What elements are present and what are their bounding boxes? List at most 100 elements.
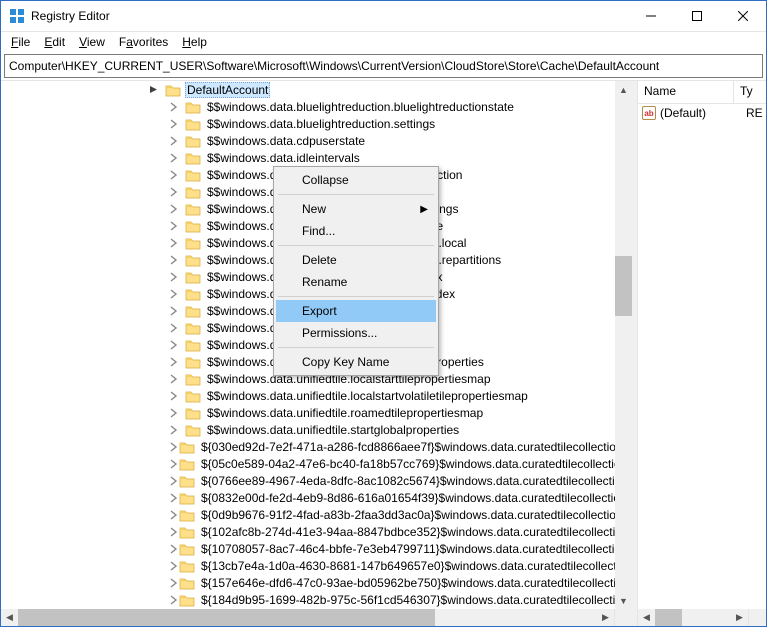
folder-icon	[179, 593, 195, 607]
expander-icon[interactable]	[169, 340, 185, 350]
expander-icon[interactable]	[169, 272, 185, 282]
menubar: File Edit View Favorites Help	[1, 32, 766, 52]
menu-edit[interactable]: Edit	[38, 33, 71, 51]
expander-icon[interactable]	[169, 204, 185, 214]
context-delete[interactable]: Delete	[276, 249, 436, 271]
expander-icon[interactable]	[169, 136, 185, 146]
context-new[interactable]: New▶	[276, 198, 436, 220]
tree-item-label: ${0766ee89-4967-4eda-8dfc-8ac1082c5674}$…	[199, 474, 615, 488]
folder-icon	[185, 423, 201, 437]
menu-help[interactable]: Help	[176, 33, 213, 51]
folder-icon	[185, 117, 201, 131]
expander-icon[interactable]	[169, 544, 179, 554]
context-export[interactable]: Export	[276, 300, 436, 322]
menu-favorites[interactable]: Favorites	[113, 33, 174, 51]
expander-icon[interactable]	[169, 408, 185, 418]
tree-item[interactable]: $$windows.data.unifiedtile.localstartvol…	[169, 387, 615, 404]
tree-item[interactable]: $$windows.data.idleintervals	[169, 149, 615, 166]
expander-icon[interactable]	[169, 170, 185, 180]
minimize-button[interactable]	[628, 1, 674, 31]
expander-icon[interactable]	[169, 187, 185, 197]
column-name[interactable]: Name	[638, 81, 734, 103]
expander-icon[interactable]	[169, 119, 185, 129]
expander-icon[interactable]	[169, 510, 179, 520]
tree-item[interactable]: $$windows.data.cdpuserstate	[169, 132, 615, 149]
expander-icon[interactable]	[169, 442, 179, 452]
tree-item[interactable]: ${102afc8b-274d-41e3-94aa-8847bdbce352}$…	[169, 523, 615, 540]
expander-icon[interactable]	[169, 425, 185, 435]
tree-item[interactable]: ${10708057-8ac7-46c4-bbfe-7e3eb4799711}$…	[169, 540, 615, 557]
values-horizontal-scrollbar[interactable]: ◀ ▶	[638, 609, 748, 626]
tree-item[interactable]: ${0766ee89-4967-4eda-8dfc-8ac1082c5674}$…	[169, 472, 615, 489]
expander-icon[interactable]	[169, 595, 179, 605]
tree-horizontal-scrollbar[interactable]: ◀ ▶	[1, 609, 614, 626]
submenu-arrow-icon: ▶	[420, 204, 428, 215]
expander-open-icon[interactable]	[149, 85, 165, 95]
tree-item-label: $$windows.data.unifiedtile.startglobalpr…	[205, 423, 461, 437]
context-find[interactable]: Find...	[276, 220, 436, 242]
tree-item[interactable]: ${030ed92d-7e2f-471a-a286-fcd8866aee7f}$…	[169, 438, 615, 455]
expander-icon[interactable]	[169, 221, 185, 231]
expander-icon[interactable]	[169, 476, 179, 486]
value-row[interactable]: ab(Default)RE	[638, 104, 766, 122]
expander-icon[interactable]	[169, 391, 185, 401]
registry-editor-window: Registry Editor File Edit View Favorites…	[0, 0, 767, 627]
tree-vertical-scrollbar[interactable]: ▲ ▼	[615, 81, 632, 609]
scroll-left-button[interactable]: ◀	[1, 609, 18, 626]
expander-icon[interactable]	[169, 323, 185, 333]
context-collapse[interactable]: Collapse	[276, 169, 436, 191]
tree-pane[interactable]: DefaultAccount $$windows.data.bluelightr…	[1, 81, 615, 609]
tree-item[interactable]: $$windows.data.unifiedtile.startglobalpr…	[169, 421, 615, 438]
scroll-track[interactable]	[655, 609, 731, 626]
folder-icon	[185, 253, 201, 267]
folder-icon	[179, 508, 195, 522]
expander-icon[interactable]	[169, 238, 185, 248]
context-permissions[interactable]: Permissions...	[276, 322, 436, 344]
maximize-button[interactable]	[674, 1, 720, 31]
expander-icon[interactable]	[169, 527, 179, 537]
expander-icon[interactable]	[169, 357, 185, 367]
expander-icon[interactable]	[169, 255, 185, 265]
tree-item[interactable]: ${184d9b95-1699-482b-975c-56f1cd546307}$…	[169, 591, 615, 608]
context-rename[interactable]: Rename	[276, 271, 436, 293]
scroll-right-button[interactable]: ▶	[597, 609, 614, 626]
expander-icon[interactable]	[169, 102, 185, 112]
scroll-thumb[interactable]	[615, 256, 632, 316]
tree-item[interactable]: ${157e646e-dfd6-47c0-93ae-bd05962be750}$…	[169, 574, 615, 591]
expander-icon[interactable]	[169, 459, 179, 469]
expander-icon[interactable]	[169, 561, 179, 571]
scroll-down-button[interactable]: ▼	[615, 592, 632, 609]
folder-icon	[185, 406, 201, 420]
tree-item[interactable]: $$windows.data.bluelightreduction.blueli…	[169, 98, 615, 115]
tree-item[interactable]: ${13cb7e4a-1d0a-4630-8681-147b649657e0}$…	[169, 557, 615, 574]
expander-icon[interactable]	[169, 153, 185, 163]
tree-item[interactable]: ${0d9b9676-91f2-4fad-a83b-2faa3dd3ac0a}$…	[169, 506, 615, 523]
menu-view[interactable]: View	[73, 33, 111, 51]
scroll-thumb[interactable]	[18, 609, 435, 626]
address-bar[interactable]: Computer\HKEY_CURRENT_USER\Software\Micr…	[4, 54, 763, 78]
tree-item[interactable]: ${05c0e589-04a2-47e6-bc40-fa18b57cc769}$…	[169, 455, 615, 472]
scroll-left-button[interactable]: ◀	[638, 609, 655, 626]
column-type[interactable]: Ty	[734, 81, 766, 103]
folder-icon	[185, 202, 201, 216]
menu-file[interactable]: File	[5, 33, 36, 51]
context-copy-key-name[interactable]: Copy Key Name	[276, 351, 436, 373]
scroll-track[interactable]	[615, 98, 632, 592]
scroll-thumb[interactable]	[655, 609, 682, 626]
tree-item[interactable]: ${0832e00d-fe2d-4eb9-8d86-616a01654f39}$…	[169, 489, 615, 506]
expander-icon[interactable]	[169, 578, 179, 588]
tree-item[interactable]: $$windows.data.bluelightreduction.settin…	[169, 115, 615, 132]
expander-icon[interactable]	[169, 374, 185, 384]
close-button[interactable]	[720, 1, 766, 31]
context-separator	[278, 347, 434, 348]
scroll-up-button[interactable]: ▲	[615, 81, 632, 98]
expander-icon[interactable]	[169, 493, 179, 503]
expander-icon[interactable]	[169, 289, 185, 299]
tree-item-label: $$windows.data.idleintervals	[205, 151, 362, 165]
scroll-track[interactable]	[18, 609, 597, 626]
tree-item[interactable]: $$windows.data.unifiedtile.roamedtilepro…	[169, 404, 615, 421]
values-body[interactable]: ab(Default)RE	[638, 104, 766, 122]
scroll-right-button[interactable]: ▶	[731, 609, 748, 626]
expander-icon[interactable]	[169, 306, 185, 316]
tree-item-selected[interactable]: DefaultAccount	[149, 81, 615, 98]
